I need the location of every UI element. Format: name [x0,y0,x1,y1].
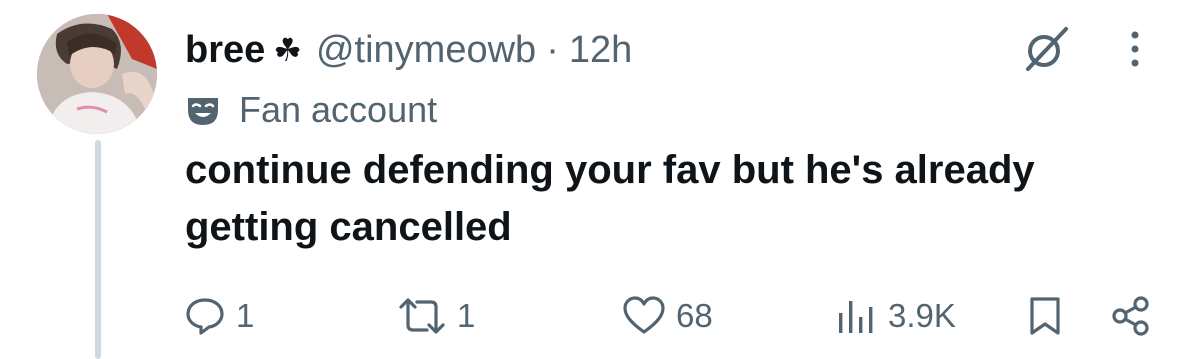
reply-button[interactable]: 1 [184,288,254,344]
fan-account-label: Fan account [185,86,437,134]
post-text: continue defending your fav but he's alr… [185,142,1175,256]
reply-icon [186,298,224,335]
share-button[interactable] [1110,288,1152,344]
separator-dot: · [546,28,559,71]
label-text[interactable]: Fan account [239,89,437,131]
avatar[interactable] [37,14,157,134]
like-icon [623,296,665,334]
clover-icon: ☘ [273,32,302,68]
fan-account-mask-icon [188,98,218,125]
share-icon [1112,296,1149,336]
views-icon [839,301,873,333]
bookmark-button[interactable] [1027,288,1063,344]
like-button[interactable]: 68 [622,288,713,344]
tweet[interactable]: bree ☘ @tinymeowb · 12h Fan account cont… [0,0,1199,359]
view-count: 3.9K [888,297,956,334]
reply-count: 1 [236,297,255,334]
post-text-line: continue defending your fav but he's alr… [185,148,1035,192]
like-count: 68 [676,297,713,334]
repost-count: 1 [457,297,476,334]
more-options-button[interactable] [1120,22,1150,76]
bookmark-icon [1030,297,1060,335]
more-icon [1131,31,1139,67]
author-handle[interactable]: @tinymeowb [316,29,536,72]
repost-button[interactable]: 1 [397,288,475,344]
grok-icon [1026,27,1068,71]
author-name[interactable]: bree [185,29,265,72]
post-time[interactable]: 12h [569,29,632,72]
post-text-line: getting cancelled [185,205,512,249]
avatar-image [37,14,157,134]
grok-button[interactable] [1016,22,1076,76]
post-header: bree ☘ @tinymeowb · 12h [185,22,632,78]
views-button[interactable]: 3.9K [834,288,956,344]
action-bar: 1 1 68 3.9K [0,288,1199,344]
repost-icon [399,298,445,334]
